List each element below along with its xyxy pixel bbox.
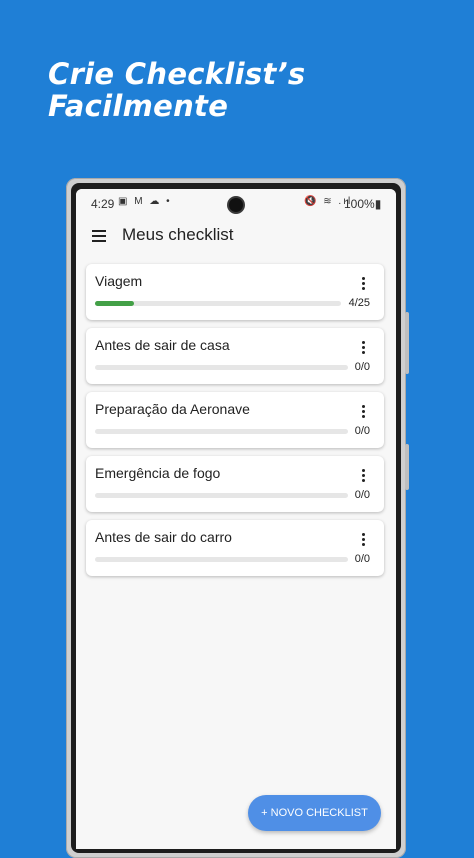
new-checklist-button[interactable]: + NOVO CHECKLIST [248,795,381,831]
progress-track [95,557,348,562]
headline-line-2: Facilmente [48,89,229,123]
status-bar: 4:29 ▣ M ☁ • 🔇 ≋ .ıl 100%▮ [76,189,396,217]
checklist-count: 0/0 [354,553,370,565]
checklist-list: Viagem 4/25 Antes de sair de casa 0/0 Prepar… [86,264,386,584]
power-button [405,444,409,490]
checklist-card[interactable]: Preparação da Aeronave 0/0 [86,392,384,448]
more-options-icon[interactable] [358,341,368,357]
more-options-icon[interactable] [358,469,368,485]
page-title: Meus checklist [122,225,234,244]
checklist-count: 0/0 [354,361,370,373]
more-options-icon[interactable] [358,405,368,421]
checklist-card[interactable]: Emergência de fogo 0/0 [86,456,384,512]
hamburger-menu-icon[interactable] [92,230,106,242]
checklist-card[interactable]: Viagem 4/25 [86,264,384,320]
checklist-title: Emergência de fogo [95,465,221,481]
more-options-icon[interactable] [358,277,368,293]
notification-icons: ▣ M ☁ • [118,196,172,207]
checklist-count: 0/0 [354,489,370,501]
checklist-title: Viagem [95,273,143,289]
headline-line-1: Crie Checklist’s [48,57,306,91]
front-camera [229,198,243,212]
checklist-count: 4/25 [348,297,370,309]
progress-track [95,301,341,306]
checklist-count: 0/0 [354,425,370,437]
checklist-card[interactable]: Antes de sair de casa 0/0 [86,328,384,384]
phone-screen: 4:29 ▣ M ☁ • 🔇 ≋ .ıl 100%▮ Meus checklis… [76,189,396,849]
more-options-icon[interactable] [358,533,368,549]
headline: Crie Checklist’s Facilmente [48,58,305,122]
app-bar: Meus checklist [76,219,396,253]
progress-track [95,429,348,434]
volume-button [405,312,409,374]
checklist-title: Antes de sair de casa [95,337,230,353]
progress-track [95,493,348,498]
progress-fill [95,301,134,306]
checklist-title: Preparação da Aeronave [95,401,250,417]
battery-indicator: 100%▮ [344,197,382,211]
checklist-card[interactable]: Antes de sair do carro 0/0 [86,520,384,576]
checklist-title: Antes de sair do carro [95,529,232,545]
status-time: 4:29 [91,197,115,211]
progress-track [95,365,348,370]
